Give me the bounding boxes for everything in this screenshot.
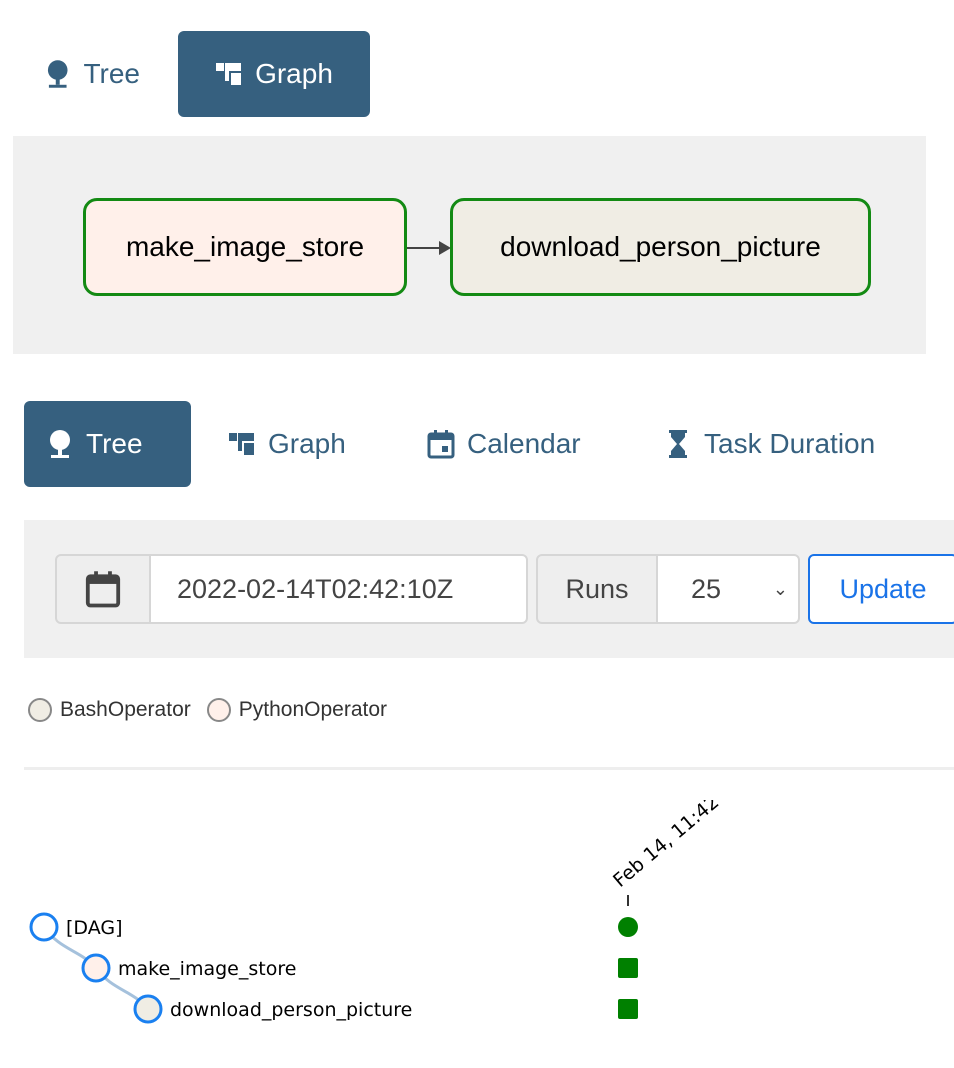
task-instance-status[interactable] bbox=[618, 958, 638, 978]
task-instance-status[interactable] bbox=[618, 999, 638, 1019]
tree-node-make-image-store[interactable] bbox=[81, 953, 111, 983]
graph-icon bbox=[229, 433, 254, 455]
tab-calendar[interactable]: Calendar bbox=[405, 401, 603, 487]
graph-icon bbox=[216, 63, 242, 85]
update-button[interactable]: Update bbox=[808, 554, 954, 624]
hourglass-icon bbox=[669, 430, 687, 458]
tree-icon bbox=[47, 60, 68, 88]
operator-legend: BashOperator PythonOperator bbox=[28, 698, 387, 722]
legend-swatch-python bbox=[206, 698, 231, 722]
tree-label-make-image-store: make_image_store bbox=[118, 958, 296, 980]
node-label: make_image_store bbox=[125, 231, 365, 262]
top-tab-graph-label: Graph bbox=[255, 58, 333, 89]
top-tab-graph[interactable]: Graph bbox=[178, 31, 370, 117]
tab-graph-label: Graph bbox=[268, 428, 346, 459]
chevron-down-icon: ⌄ bbox=[772, 578, 788, 599]
tab-task-duration[interactable]: Task Duration bbox=[642, 401, 897, 487]
edge-arrow bbox=[407, 241, 451, 255]
tree-node-download-person-picture[interactable] bbox=[133, 994, 163, 1024]
graph-canvas: make_image_store download_person_picture bbox=[13, 136, 926, 354]
legend-bash: BashOperator bbox=[60, 698, 191, 721]
tree-node-dag[interactable] bbox=[29, 912, 59, 942]
base-date-input[interactable]: 2022-02-14T02:42:10Z bbox=[149, 554, 528, 624]
run-date-label: Feb 14, 11:42 bbox=[609, 800, 723, 892]
node-label: download_person_picture bbox=[500, 231, 821, 262]
graph-node-make-image-store[interactable]: make_image_store bbox=[83, 198, 407, 296]
calendar-icon bbox=[85, 571, 121, 608]
divider bbox=[24, 767, 954, 770]
dag-run-status[interactable] bbox=[618, 917, 638, 937]
tree-view: [DAG] make_image_store download_person_p… bbox=[29, 800, 723, 1024]
runs-select[interactable]: 25 ⌄ bbox=[656, 554, 800, 624]
tab-graph[interactable]: Graph bbox=[206, 401, 368, 487]
legend-swatch-bash bbox=[28, 698, 52, 722]
legend-python: PythonOperator bbox=[238, 698, 388, 721]
tab-task-duration-label: Task Duration bbox=[704, 428, 876, 459]
runs-label: Runs bbox=[536, 554, 658, 624]
tree-icon bbox=[50, 430, 70, 458]
graph-node-download-person-picture[interactable]: download_person_picture bbox=[450, 198, 871, 296]
tree-toolbar: 2022-02-14T02:42:10Z Runs 25 ⌄ Update bbox=[24, 520, 954, 658]
tab-tree[interactable]: Tree bbox=[24, 401, 191, 487]
tab-tree-label: Tree bbox=[86, 428, 143, 459]
tree-label-download-person-picture: download_person_picture bbox=[170, 999, 412, 1021]
tree-label-dag: [DAG] bbox=[66, 917, 123, 939]
date-picker-button[interactable] bbox=[55, 554, 151, 624]
calendar-icon bbox=[427, 430, 455, 459]
tab-calendar-label: Calendar bbox=[467, 428, 581, 459]
runs-value: 25 bbox=[691, 573, 722, 604]
top-tab-tree-label: Tree bbox=[83, 58, 140, 89]
top-tab-tree[interactable]: Tree bbox=[22, 31, 162, 117]
